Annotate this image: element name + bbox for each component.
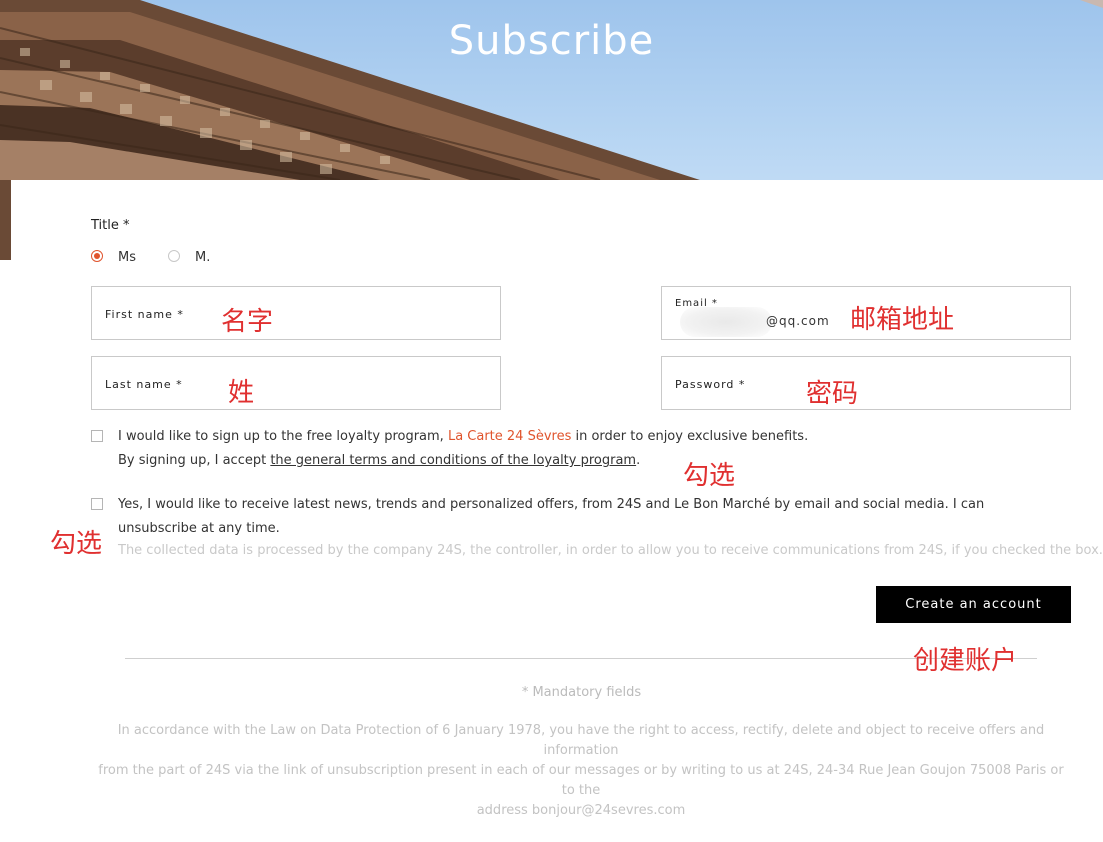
legal-line: from the part of 24S via the link of uns… <box>98 763 1064 798</box>
loyalty-text-after: in order to enjoy exclusive benefits. <box>571 429 809 444</box>
title-radio-ms[interactable] <box>91 250 103 262</box>
annotation-password: 密码 <box>806 379 859 409</box>
annotation-email: 邮箱地址 <box>850 305 955 335</box>
title-radio-m[interactable] <box>168 250 180 262</box>
first-name-label: First name * <box>105 308 184 321</box>
title-radio-ms-label: Ms <box>118 250 136 265</box>
data-processing-note: The collected data is processed by the c… <box>118 543 1103 558</box>
loyalty-text-before: I would like to sign up to the free loya… <box>118 429 448 444</box>
annotation-first-name: 名字 <box>221 307 274 337</box>
accept-text-after: . <box>636 453 641 468</box>
title-label: Title * <box>91 218 130 233</box>
annotation-check-loyalty: 勾选 <box>683 461 736 491</box>
mandatory-fields-note: * Mandatory fields <box>521 685 642 700</box>
legal-line: address bonjour@24sevres.com <box>476 803 686 818</box>
loyalty-checkbox[interactable] <box>91 430 103 442</box>
email-value: @qq.com <box>766 314 830 328</box>
accept-text-before: By signing up, I accept <box>118 453 271 468</box>
loyalty-text: I would like to sign up to the free loya… <box>118 429 808 444</box>
loyalty-terms-link[interactable]: the general terms and conditions of the … <box>270 453 636 468</box>
title-radio-m-label: M. <box>195 250 211 265</box>
divider <box>125 658 1037 659</box>
annotation-last-name: 姓 <box>228 378 255 408</box>
legal-line: In accordance with the Law on Data Prote… <box>117 723 1045 758</box>
newsletter-text-line1: Yes, I would like to receive latest news… <box>118 497 985 512</box>
password-field[interactable]: Password * <box>661 356 1071 410</box>
annotation-create-account: 创建账户 <box>913 646 1018 676</box>
page-title: Subscribe <box>448 18 655 64</box>
newsletter-checkbox[interactable] <box>91 498 103 510</box>
loyalty-program-link[interactable]: La Carte 24 Sèvres <box>448 429 571 444</box>
loyalty-accept-text: By signing up, I accept the general term… <box>118 453 640 468</box>
redacted-email-blur <box>680 307 772 337</box>
last-name-label: Last name * <box>105 378 183 391</box>
newsletter-text-line2: unsubscribe at any time. <box>118 521 280 536</box>
last-name-field[interactable]: Last name * <box>91 356 501 410</box>
annotation-check-newsletter: 勾选 <box>50 529 103 559</box>
create-account-button[interactable]: Create an account <box>876 586 1071 623</box>
first-name-field[interactable]: First name * <box>91 286 501 340</box>
legal-notice: In accordance with the Law on Data Prote… <box>95 721 1067 821</box>
password-label: Password * <box>675 378 746 391</box>
